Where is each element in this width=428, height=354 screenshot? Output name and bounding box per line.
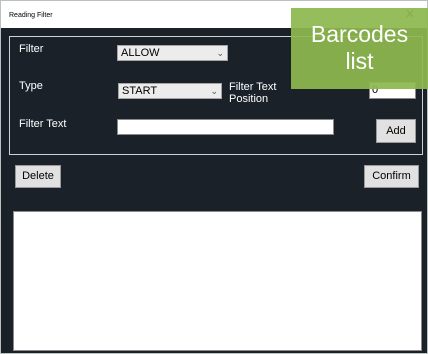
overlay-line-1: Barcodes <box>310 21 409 47</box>
filter-label: Filter <box>19 43 44 55</box>
position-label-line1: Filter Text <box>229 81 277 93</box>
delete-button[interactable]: Delete <box>15 165 61 188</box>
chevron-down-icon: ⌄ <box>216 48 224 58</box>
confirm-button[interactable]: Confirm <box>364 165 419 188</box>
filter-select[interactable]: ALLOW ⌄ <box>117 45 228 61</box>
type-label: Type <box>19 80 43 92</box>
position-label-line2: Position <box>229 93 269 105</box>
add-button[interactable]: Add <box>376 119 416 143</box>
window-title: Reading Filter <box>9 12 53 19</box>
type-select-value: START <box>122 85 158 97</box>
filter-select-value: ALLOW <box>121 47 160 59</box>
overlay-line-2: list <box>345 48 374 74</box>
barcodes-list[interactable] <box>13 211 422 351</box>
barcodes-list-overlay-label: Barcodes list <box>291 8 428 89</box>
filter-text-input[interactable] <box>117 119 334 135</box>
type-select[interactable]: START ⌄ <box>118 83 222 99</box>
chevron-down-icon: ⌄ <box>210 86 218 96</box>
filter-text-label: Filter Text <box>19 118 67 130</box>
